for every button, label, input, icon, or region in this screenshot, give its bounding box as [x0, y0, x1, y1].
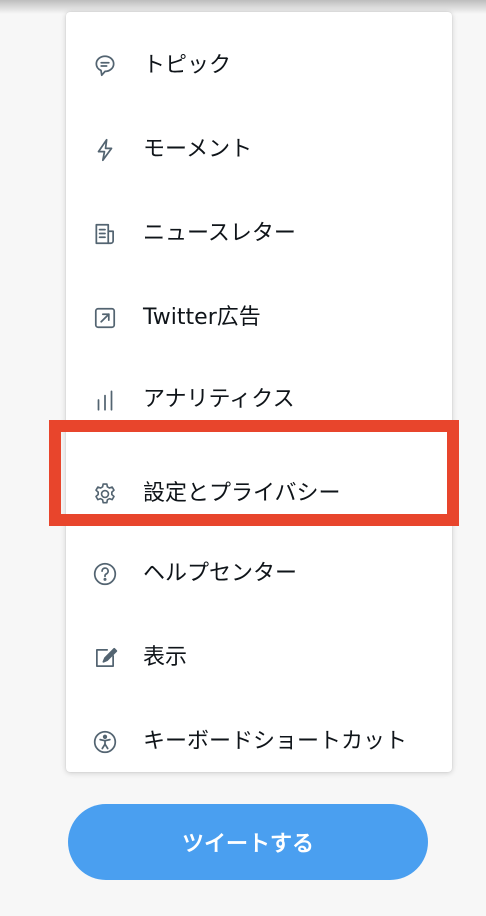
- menu-item-label: ヘルプセンター: [143, 561, 298, 586]
- menu-item-topics[interactable]: トピック: [66, 36, 452, 96]
- menu-item-label: 表示: [143, 645, 188, 670]
- menu-item-label: モーメント: [143, 137, 253, 162]
- menu-item-twitter-ads[interactable]: Twitter広告: [66, 288, 452, 348]
- menu-item-label: キーボードショートカット: [143, 729, 408, 754]
- analytics-icon: [90, 385, 120, 415]
- menu-item-label: Twitter広告: [143, 305, 261, 330]
- display-icon: [90, 643, 120, 673]
- menu-item-moments[interactable]: モーメント: [66, 120, 452, 180]
- menu-item-label: ニュースレター: [143, 221, 296, 246]
- menu-item-label: アナリティクス: [143, 387, 295, 412]
- menu-item-display[interactable]: 表示: [66, 628, 452, 688]
- menu-item-settings-privacy[interactable]: 設定とプライバシー: [66, 464, 452, 524]
- more-menu: トピック モーメント ニュースレター Twitter広告 アナリティクス 設定と…: [66, 12, 452, 772]
- menu-item-help-center[interactable]: ヘルプセンター: [66, 544, 452, 604]
- menu-item-keyboard-shortcuts[interactable]: キーボードショートカット: [66, 712, 452, 772]
- menu-item-label: 設定とプライバシー: [143, 481, 341, 506]
- help-icon: [90, 559, 120, 589]
- external-link-icon: [90, 303, 120, 333]
- topics-icon: [90, 51, 120, 81]
- newsletter-icon: [90, 219, 120, 249]
- menu-item-newsletters[interactable]: ニュースレター: [66, 204, 452, 264]
- menu-item-analytics[interactable]: アナリティクス: [66, 370, 452, 430]
- gear-icon: [90, 479, 120, 509]
- lightning-icon: [90, 135, 120, 165]
- menu-item-label: トピック: [143, 53, 232, 78]
- tweet-button[interactable]: ツイートする: [68, 804, 428, 880]
- accessibility-icon: [90, 727, 120, 757]
